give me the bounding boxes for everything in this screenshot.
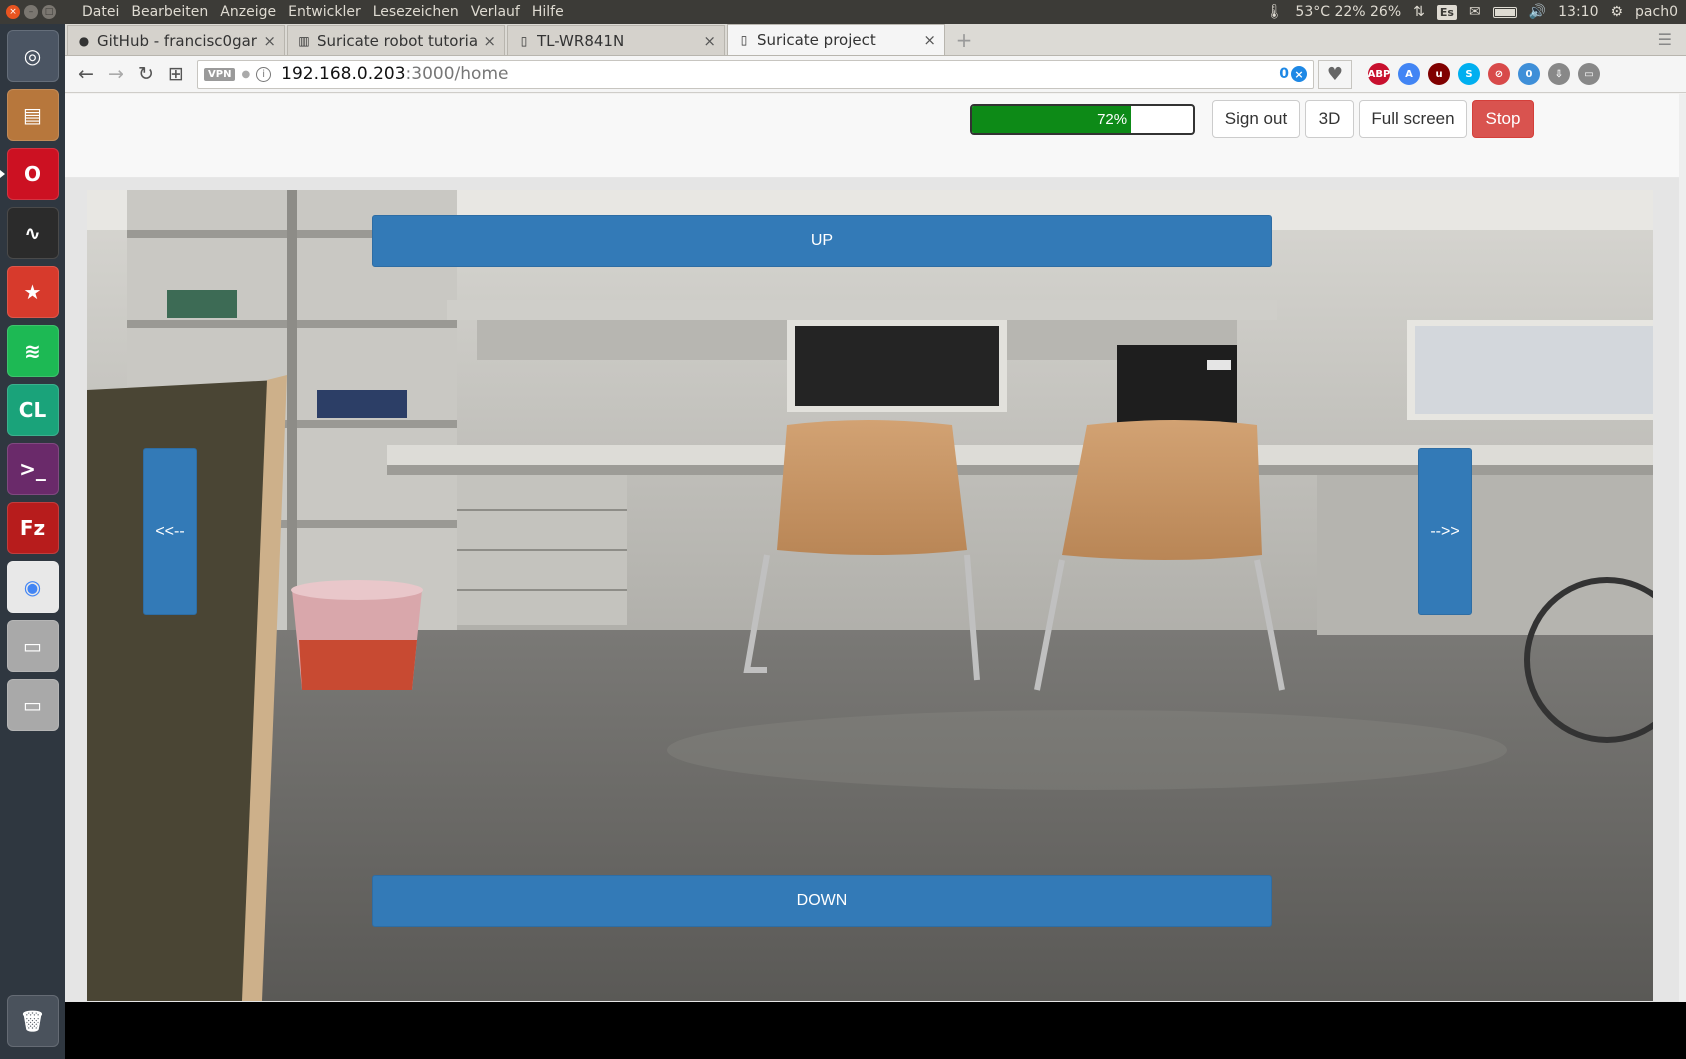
trash-icon[interactable]: 🗑 xyxy=(6,995,59,1047)
gear-icon[interactable]: ⚙ xyxy=(1610,4,1623,20)
battery-progress-fill: 72% xyxy=(972,106,1132,133)
page-header: 72% Sign out 3D Full screen Stop xyxy=(65,94,1686,178)
url-path[interactable]: :3000/home xyxy=(406,64,509,84)
url-host[interactable]: 192.168.0.203 xyxy=(281,64,405,84)
wunderlist-icon[interactable]: ★ xyxy=(6,266,59,318)
launcher: ◎ ▤ O ∿ ★ ≋ CL >_ Fz ◉ ▭ ▭ 🗑 xyxy=(0,24,65,1059)
menu-hilfe[interactable]: Hilfe xyxy=(526,4,570,20)
menu-entwickler[interactable]: Entwickler xyxy=(282,4,367,20)
vpn-badge[interactable]: VPN xyxy=(204,67,236,81)
tab-bar: ● GitHub - francisc0garc × ▥ Suricate ro… xyxy=(65,24,1686,56)
window-close-button[interactable]: × xyxy=(6,5,20,19)
back-button[interactable]: ← xyxy=(71,59,101,89)
tab-title: TL-WR841N xyxy=(537,31,625,50)
mail-icon[interactable]: ✉ xyxy=(1469,4,1481,20)
up-button[interactable]: UP xyxy=(372,215,1272,267)
browser-toolbar: ← → ↻ ⊞ VPN ● i 192.168.0.203:3000/home … xyxy=(65,56,1686,93)
terminal-icon[interactable]: >_ xyxy=(6,443,59,495)
tracker-icon: × xyxy=(1291,66,1307,82)
sign-out-button[interactable]: Sign out xyxy=(1212,100,1300,138)
skype-icon[interactable]: S xyxy=(1458,63,1480,85)
tab-menu-icon[interactable]: ☰ xyxy=(1658,30,1672,49)
3d-button[interactable]: 3D xyxy=(1305,100,1354,138)
adblock-plus-icon[interactable]: ABP xyxy=(1368,63,1390,85)
tab-close-icon[interactable]: × xyxy=(263,32,276,50)
tab-title: Suricate project xyxy=(757,31,876,49)
ubuntu-dash-icon[interactable]: ◎ xyxy=(6,30,59,82)
ublock-icon[interactable]: u xyxy=(1428,63,1450,85)
tab-close-icon[interactable]: × xyxy=(483,32,496,50)
browser-window: ● GitHub - francisc0garc × ▥ Suricate ro… xyxy=(65,24,1686,1002)
battery-icon[interactable] xyxy=(1492,6,1517,18)
site-info-icon[interactable]: i xyxy=(256,66,272,82)
stop-button[interactable]: Stop xyxy=(1472,100,1534,138)
temperature-indicator[interactable]: 53°C 22% 26% xyxy=(1295,4,1401,20)
tab-suricate-project[interactable]: ▯ Suricate project × xyxy=(727,24,945,55)
separator-dot: ● xyxy=(241,68,251,80)
page-scrollbar[interactable] xyxy=(1679,94,1686,1002)
tracker-count: 0 xyxy=(1279,66,1289,82)
filezilla-icon[interactable]: Fz xyxy=(6,502,59,554)
spotify-icon[interactable]: ≋ xyxy=(6,325,59,377)
download-icon[interactable]: ⇩ xyxy=(1548,63,1570,85)
clock[interactable]: 13:10 xyxy=(1558,4,1598,20)
volume-icon[interactable]: 🔊 xyxy=(1529,4,1546,20)
thermometer-icon[interactable]: 🌡 xyxy=(1266,4,1284,20)
files-icon[interactable]: ▤ xyxy=(6,89,59,141)
menu-bearbeiten[interactable]: Bearbeiten xyxy=(125,4,214,20)
full-screen-button[interactable]: Full screen xyxy=(1359,100,1467,138)
extension-icons: ABP Au S ⊘ 0 ⇩ ▭ xyxy=(1368,63,1600,85)
tab-close-icon[interactable]: × xyxy=(923,31,936,49)
page-icon: ▯ xyxy=(520,33,528,48)
menu-anzeige[interactable]: Anzeige xyxy=(214,4,282,20)
tab-title: Suricate robot tutorial xyxy=(317,31,478,50)
indicator-area: 🌡 53°C 22% 26% ⇅ Es ✉ 🔊 13:10 ⚙ pach0 xyxy=(1266,4,1686,20)
network-icon[interactable]: ⇅ xyxy=(1413,4,1425,20)
tab-github[interactable]: ● GitHub - francisc0garc × xyxy=(67,25,285,55)
user-name[interactable]: pach0 xyxy=(1635,4,1678,20)
window-controls: × – □ xyxy=(6,5,66,19)
reload-button[interactable]: ↻ xyxy=(131,59,161,89)
down-button[interactable]: DOWN xyxy=(372,875,1272,927)
chrome-icon[interactable]: ◉ xyxy=(6,561,59,613)
tab-close-icon[interactable]: × xyxy=(703,32,716,50)
new-tab-button[interactable]: + xyxy=(951,27,977,53)
tab-suricate-tutorial[interactable]: ▥ Suricate robot tutorial × xyxy=(287,25,505,55)
battery-progress-bar: 72% xyxy=(970,104,1195,135)
speed-dial-button[interactable]: ⊞ xyxy=(161,59,191,89)
translate-icon[interactable]: A xyxy=(1398,63,1420,85)
right-button[interactable]: -->> xyxy=(1418,448,1472,615)
system-monitor-icon[interactable]: ∿ xyxy=(6,207,59,259)
left-button[interactable]: <<-- xyxy=(143,448,197,615)
drive-icon[interactable]: ▭ xyxy=(6,620,59,672)
clion-icon[interactable]: CL xyxy=(6,384,59,436)
bookmark-heart-button[interactable]: ♥ xyxy=(1318,59,1352,89)
window-minimize-button[interactable]: – xyxy=(24,5,38,19)
tracker-extension[interactable]: 0 × xyxy=(1279,66,1307,82)
battery-ext-icon[interactable]: ▭ xyxy=(1578,63,1600,85)
menu-lesezeichen[interactable]: Lesezeichen xyxy=(367,4,465,20)
menu-datei[interactable]: Datei xyxy=(76,4,125,20)
tab-tl-wr841n[interactable]: ▯ TL-WR841N × xyxy=(507,25,725,55)
github-icon: ● xyxy=(78,33,90,48)
app-menu-bar: Datei Bearbeiten Anzeige Entwickler Lese… xyxy=(76,4,570,20)
opera-icon[interactable]: O xyxy=(0,148,59,200)
video-container: UP <<-- -->> DOWN xyxy=(65,178,1686,1002)
keyboard-layout-indicator[interactable]: Es xyxy=(1436,4,1457,20)
reader-icon: ▥ xyxy=(298,33,310,48)
drive-icon-2[interactable]: ▭ xyxy=(6,679,59,731)
ghost-icon[interactable]: 0 xyxy=(1518,63,1540,85)
page-icon: ▯ xyxy=(740,33,748,47)
forward-button[interactable]: → xyxy=(101,59,131,89)
window-maximize-button[interactable]: □ xyxy=(42,5,56,19)
robot-camera-feed: UP <<-- -->> DOWN xyxy=(87,190,1653,1001)
menu-verlauf[interactable]: Verlauf xyxy=(465,4,526,20)
tab-title: GitHub - francisc0garc xyxy=(97,31,258,50)
web-page: 72% Sign out 3D Full screen Stop UP <<--… xyxy=(65,94,1686,1002)
address-bar[interactable]: VPN ● i 192.168.0.203:3000/home 0 × xyxy=(197,59,1314,89)
system-top-panel: × – □ Datei Bearbeiten Anzeige Entwickle… xyxy=(0,0,1686,24)
blocked-icon[interactable]: ⊘ xyxy=(1488,63,1510,85)
